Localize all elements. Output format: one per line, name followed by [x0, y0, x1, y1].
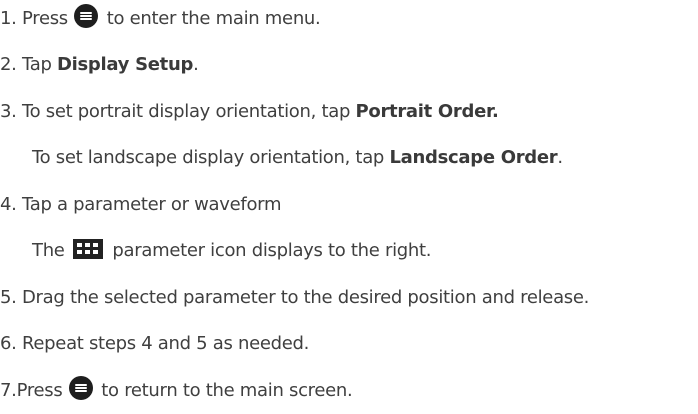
- menu-item-name: Portrait Order.: [355, 101, 499, 122]
- instruction-page: 1. Press to enter the main menu. 2. Tap …: [0, 0, 698, 414]
- step-text: Drag the selected parameter to the desir…: [22, 287, 590, 308]
- step-text: .: [193, 54, 199, 75]
- step-text: The: [32, 240, 65, 261]
- step-number: 1.: [0, 8, 17, 29]
- step-text: Repeat steps 4 and 5 as needed.: [22, 333, 310, 354]
- menu-item-name: Landscape Order: [389, 147, 558, 168]
- step-text: Press: [16, 380, 63, 401]
- step-number: 4.: [0, 194, 17, 215]
- step-text: Tap a parameter or waveform: [22, 194, 282, 215]
- step-4-sub: The parameter icon displays to the right…: [32, 236, 432, 266]
- step-number: 7.: [0, 380, 17, 401]
- step-2: 2. Tap Display Setup.: [0, 50, 199, 80]
- step-text: To set portrait display orientation, tap: [22, 101, 351, 122]
- step-text: Tap: [22, 54, 52, 75]
- step-number: 5.: [0, 287, 17, 308]
- parameter-grid-icon: [73, 239, 103, 259]
- step-text: Press: [22, 8, 68, 29]
- step-number: 2.: [0, 54, 17, 75]
- step-number: 6.: [0, 333, 17, 354]
- step-text: parameter icon displays to the right.: [112, 240, 432, 261]
- step-3: 3. To set portrait display orientation, …: [0, 97, 499, 127]
- step-text: to return to the main screen.: [101, 380, 353, 401]
- step-4: 4. Tap a parameter or waveform: [0, 190, 281, 220]
- menu-button-icon: [74, 4, 99, 28]
- step-text: To set landscape display orientation, ta…: [32, 147, 385, 168]
- step-text: .: [557, 147, 563, 168]
- step-7: 7.Press to return to the main screen.: [0, 376, 353, 406]
- step-3-sub: To set landscape display orientation, ta…: [32, 143, 563, 173]
- step-6: 6. Repeat steps 4 and 5 as needed.: [0, 329, 309, 359]
- step-5: 5. Drag the selected parameter to the de…: [0, 283, 589, 313]
- step-text: to enter the main menu.: [106, 8, 321, 29]
- step-number: 3.: [0, 101, 17, 122]
- menu-item-name: Display Setup: [57, 54, 194, 75]
- menu-button-icon: [68, 376, 93, 400]
- step-1: 1. Press to enter the main menu.: [0, 4, 321, 34]
